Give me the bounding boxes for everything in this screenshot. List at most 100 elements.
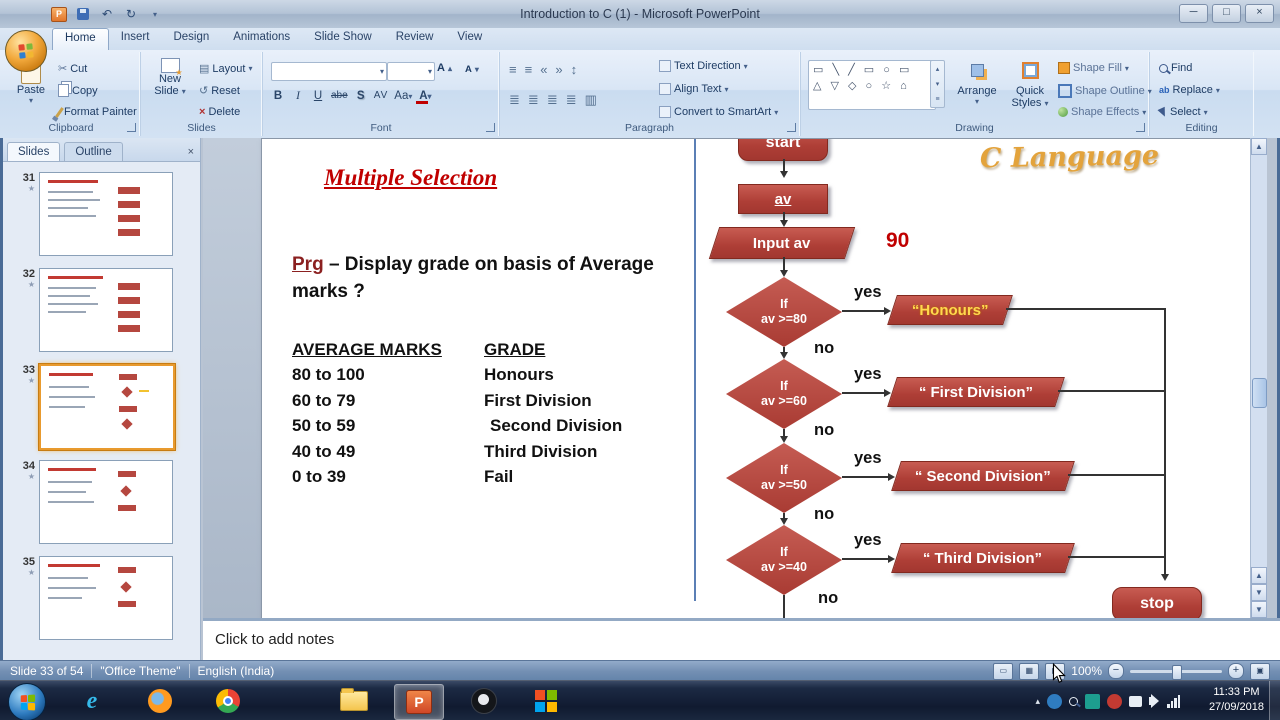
minimize-button[interactable]: ─ <box>1179 4 1208 23</box>
find-button[interactable]: Find <box>1159 62 1192 74</box>
tab-animations[interactable]: Animations <box>221 28 302 50</box>
tab-home[interactable]: Home <box>52 28 109 51</box>
notes-pane[interactable]: Click to add notes <box>203 618 1280 660</box>
shapes-gallery-scroll[interactable]: ▴ ▾ ≡ <box>930 60 945 108</box>
show-desktop-button[interactable] <box>1269 681 1280 720</box>
taskbar-media-app[interactable] <box>522 684 570 718</box>
start-button[interactable] <box>8 683 46 720</box>
thumbnail-preview[interactable] <box>39 172 173 256</box>
shape-fill-button[interactable]: Shape Fill ▾ <box>1058 62 1129 74</box>
reset-button[interactable]: ↺ Reset <box>199 84 240 98</box>
text-shadow-button[interactable]: S <box>352 90 370 102</box>
normal-view-button[interactable]: ▭ <box>993 662 1014 680</box>
replace-button[interactable]: ab Replace ▾ <box>1159 84 1220 96</box>
flow-decision-2[interactable]: If av >=60 <box>726 359 842 429</box>
tray-icon-blue[interactable] <box>1047 693 1062 709</box>
thumbnail-preview[interactable] <box>39 268 173 352</box>
close-panel-icon[interactable]: × <box>188 146 194 158</box>
increase-indent-button[interactable]: » <box>555 62 562 77</box>
delete-button[interactable]: × Delete <box>199 106 240 118</box>
slide-thumbnail-33-selected[interactable]: 33 ★ <box>11 364 200 452</box>
theme-indicator[interactable]: "Office Theme" <box>100 664 180 678</box>
flow-input-shape[interactable]: Input av <box>708 227 856 259</box>
slide-sorter-view-button[interactable]: ▦ <box>1019 662 1040 680</box>
show-hidden-icons-button[interactable]: ▴ <box>1035 696 1040 707</box>
flow-stop-shape[interactable]: stop <box>1112 587 1202 618</box>
font-size-combobox[interactable]: ▾ <box>387 62 435 81</box>
title-bar[interactable]: P ↶ ↻ ▾ Introduction to C (1) - Microsof… <box>0 0 1280 29</box>
slide-thumbnail-34[interactable]: 34 ★ <box>11 460 200 548</box>
flow-declare-shape[interactable]: av <box>738 184 828 214</box>
thumbnail-preview[interactable] <box>39 556 173 640</box>
align-right-button[interactable]: ≣ <box>547 92 558 108</box>
gallery-up-icon[interactable]: ▴ <box>936 65 940 73</box>
gallery-more-icon[interactable]: ≡ <box>935 96 939 103</box>
taskbar-firefox[interactable] <box>136 684 184 718</box>
arrange-button[interactable]: Arrange ▾ <box>952 60 1002 106</box>
taskbar-internet-explorer[interactable]: e <box>68 684 116 718</box>
slide-question-text[interactable]: Prg – Display grade on basis of Average … <box>292 251 687 305</box>
close-button[interactable]: × <box>1245 4 1274 23</box>
slide-thumbnail-32[interactable]: 32 ★ <box>11 268 200 356</box>
justify-button[interactable]: ≣ <box>566 92 577 108</box>
scrollbar-thumb[interactable] <box>1252 378 1267 408</box>
vertical-scrollbar[interactable]: ▲ ▲ ▼ ▼ <box>1250 138 1267 618</box>
strikethrough-button[interactable]: abe <box>329 90 350 102</box>
previous-slide-button[interactable]: ▲ <box>1251 567 1267 584</box>
grade-table[interactable]: AVERAGE MARKS GRADE 80 to 100 Honours 60 t… <box>292 337 692 490</box>
align-left-button[interactable]: ≣ <box>509 92 520 108</box>
select-button[interactable]: Select ▾ <box>1157 106 1208 118</box>
character-spacing-button[interactable]: AV <box>372 90 391 102</box>
scroll-up-button[interactable]: ▲ <box>1251 138 1267 155</box>
shrink-font-button[interactable]: A ▾ <box>465 64 479 75</box>
columns-button[interactable]: ▥ <box>585 92 597 108</box>
slide-title[interactable]: Multiple Selection <box>324 165 497 191</box>
line-spacing-button[interactable]: ↕ <box>571 62 578 77</box>
language-indicator[interactable]: English (India) <box>198 664 275 678</box>
tray-search-icon[interactable] <box>1069 696 1078 706</box>
tab-slide-show[interactable]: Slide Show <box>302 28 384 50</box>
numbering-button[interactable]: ≡ <box>525 62 533 77</box>
format-painter-button[interactable]: Format Painter <box>55 106 137 118</box>
network-icon[interactable] <box>1167 694 1180 708</box>
tab-outline[interactable]: Outline <box>64 142 123 161</box>
new-slide-button[interactable]: New Slide ▾ <box>147 58 193 97</box>
quick-styles-button[interactable]: Quick Styles ▾ <box>1006 60 1054 109</box>
tab-design[interactable]: Design <box>161 28 221 50</box>
flow-start-shape[interactable]: start <box>738 139 828 161</box>
flow-decision-1[interactable]: If av >=80 <box>726 277 842 347</box>
flow-decision-4[interactable]: If av >=40 <box>726 525 842 595</box>
drawing-dialog-launcher[interactable] <box>1136 123 1145 132</box>
flow-decision-3[interactable]: If av >=50 <box>726 443 842 513</box>
tray-icon-white[interactable] <box>1129 695 1142 707</box>
zoom-level[interactable]: 100% <box>1071 664 1102 678</box>
layout-button[interactable]: ▤ Layout ▾ <box>199 62 252 76</box>
change-case-button[interactable]: Aa▾ <box>392 90 414 102</box>
notes-placeholder[interactable]: Click to add notes <box>215 631 334 648</box>
maximize-button[interactable]: □ <box>1212 4 1241 23</box>
input-value-annotation[interactable]: 90 <box>886 229 909 253</box>
flow-result-first-division[interactable]: “ First Division” <box>887 377 1065 407</box>
fit-to-window-button[interactable]: ▣ <box>1250 662 1270 680</box>
zoom-in-button[interactable]: + <box>1228 663 1244 679</box>
paragraph-dialog-launcher[interactable] <box>787 123 796 132</box>
office-button[interactable] <box>5 30 47 72</box>
shapes-gallery[interactable]: ▭ ╲ ╱ ▭ ○ ▭ △ ▽ ◇ ○ ☆ ⌂ <box>808 60 936 110</box>
tab-insert[interactable]: Insert <box>109 28 162 50</box>
font-dialog-launcher[interactable] <box>486 123 495 132</box>
scroll-down-button[interactable]: ▼ <box>1251 601 1267 618</box>
tray-icon-red[interactable] <box>1107 693 1122 709</box>
gallery-down-icon[interactable]: ▾ <box>936 80 940 88</box>
flow-result-second-division[interactable]: “ Second Division” <box>891 461 1075 491</box>
text-direction-button[interactable]: Text Direction ▾ <box>659 60 748 72</box>
taskbar-obs[interactable] <box>460 684 508 718</box>
italic-button[interactable]: I <box>289 90 307 102</box>
taskbar-powerpoint-active[interactable]: P <box>394 684 444 720</box>
cut-button[interactable]: ✂ Cut <box>58 62 87 76</box>
font-name-combobox[interactable]: ▾ <box>271 62 387 81</box>
slide[interactable]: C Language Multiple Selection Prg – Disp… <box>261 138 1253 618</box>
shape-outline-button[interactable]: Shape Outline ▾ <box>1058 84 1152 98</box>
tab-review[interactable]: Review <box>384 28 446 50</box>
align-text-button[interactable]: Align Text ▾ <box>659 83 729 95</box>
flow-result-honours[interactable]: “Honours” <box>887 295 1013 325</box>
